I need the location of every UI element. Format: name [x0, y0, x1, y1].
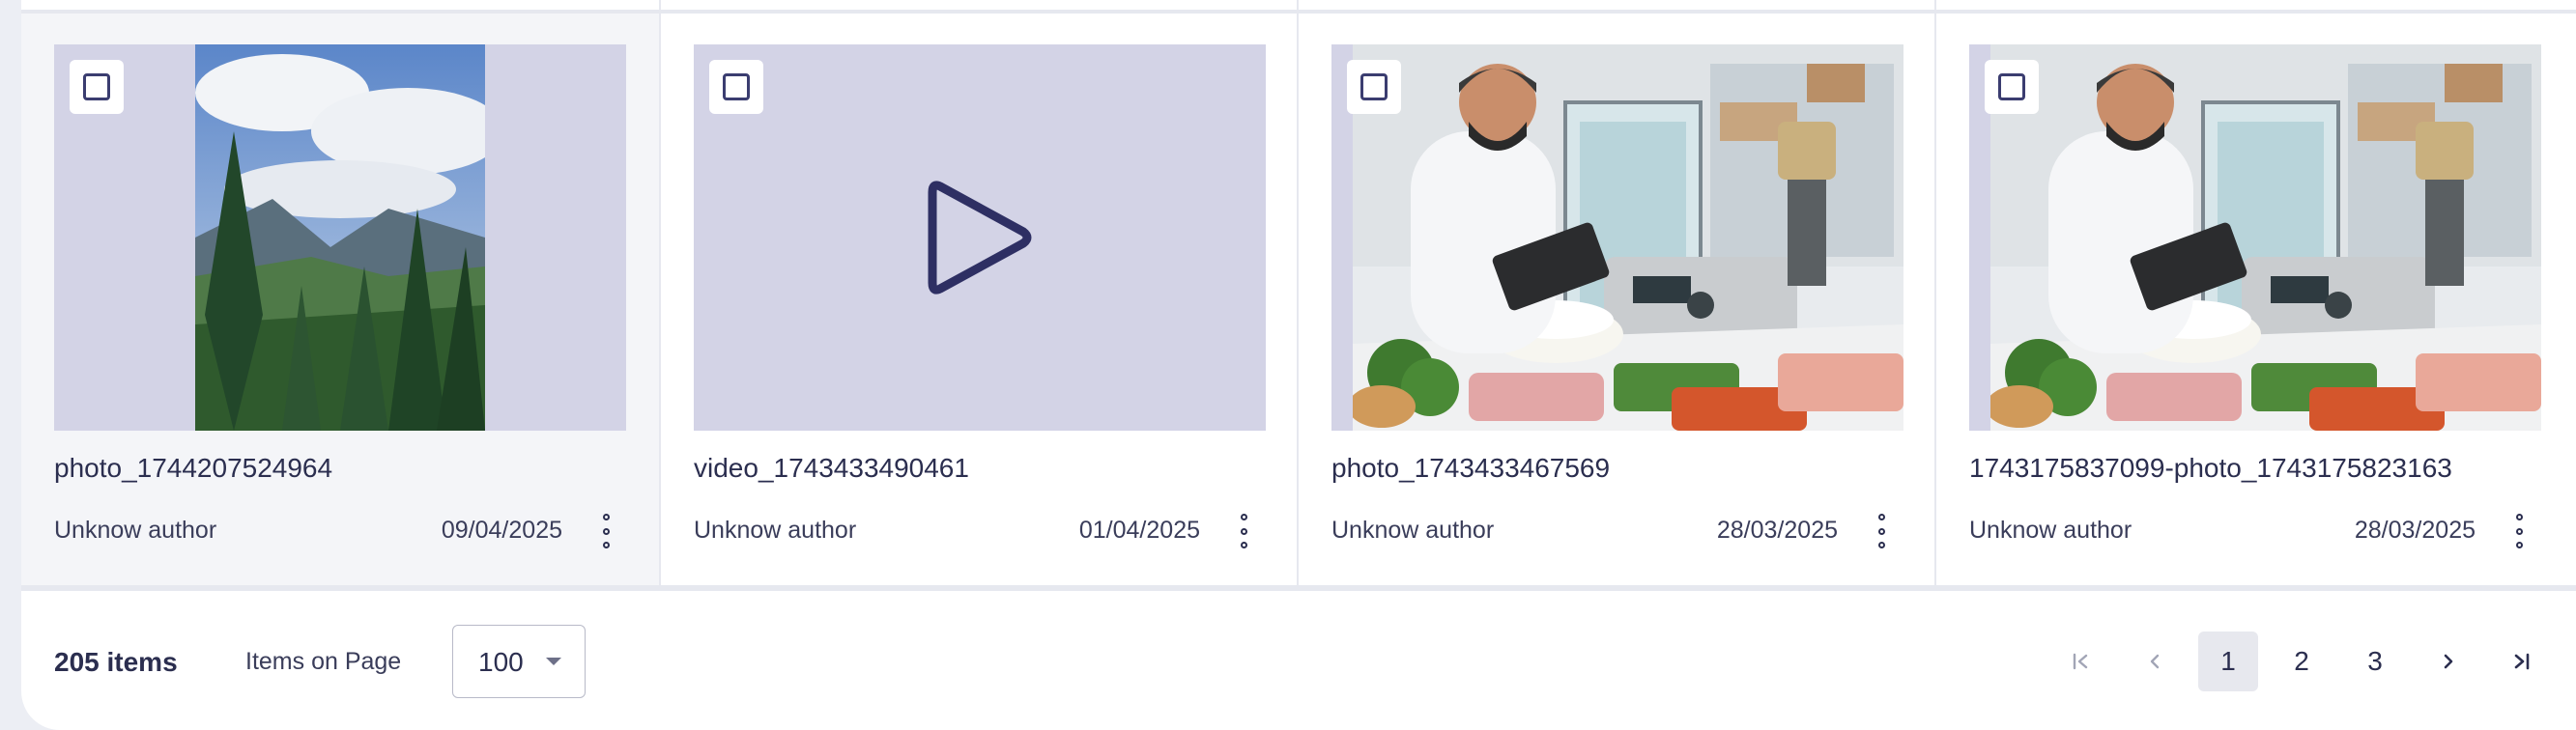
media-date: 09/04/2025 [441, 517, 562, 544]
last-page-icon [2514, 653, 2530, 670]
media-name: photo_1743433467569 [1331, 453, 1611, 483]
previous-page-button[interactable] [2125, 632, 2185, 691]
media-name: video_1743433490461 [694, 453, 969, 483]
first-page-button[interactable] [2050, 632, 2110, 691]
media-thumbnail[interactable] [1331, 44, 1903, 431]
items-count: 205 items [54, 647, 178, 677]
media-name: photo_1744207524964 [54, 453, 333, 483]
more-options-icon[interactable] [1867, 510, 1896, 552]
landscape-photo [195, 44, 485, 431]
media-grid: photo_1744207524964 Unknow author 09/04/… [21, 0, 2576, 585]
card-top-strip [661, 0, 1297, 10]
more-options-icon[interactable] [591, 510, 620, 552]
checkbox-icon [723, 73, 750, 100]
checkbox-icon [83, 73, 110, 100]
media-name: 1743175837099-photo_1743175823163 [1969, 453, 2452, 483]
media-date: 28/03/2025 [1716, 517, 1838, 544]
page-2-button[interactable]: 2 [2272, 632, 2332, 691]
media-date: 28/03/2025 [2354, 517, 2476, 544]
media-thumbnail[interactable] [694, 44, 1266, 431]
media-author: Unknow author [1331, 517, 1495, 544]
checkbox-icon [1998, 73, 2025, 100]
items-per-page-value: 100 [478, 647, 524, 677]
items-per-page-select[interactable]: 100 [452, 625, 586, 698]
lab-photo [1990, 44, 2541, 431]
media-card[interactable]: video_1743433490461 Unknow author 01/04/… [661, 14, 1297, 585]
media-author: Unknow author [1969, 517, 2132, 544]
media-date: 01/04/2025 [1078, 517, 1200, 544]
select-checkbox[interactable] [1985, 60, 2039, 114]
caret-down-icon [546, 658, 561, 665]
card-top-strip [1936, 0, 2576, 10]
items-on-page-label: Items on Page [245, 648, 402, 675]
play-icon [928, 181, 1032, 295]
checkbox-icon [1360, 73, 1388, 100]
select-checkbox[interactable] [70, 60, 124, 114]
chevron-left-icon [2150, 654, 2160, 669]
page-1-button[interactable]: 1 [2198, 632, 2258, 691]
next-page-button[interactable] [2419, 632, 2478, 691]
select-checkbox[interactable] [709, 60, 763, 114]
more-options-icon[interactable] [2504, 510, 2533, 552]
gallery-panel: photo_1744207524964 Unknow author 09/04/… [21, 0, 2576, 730]
media-thumbnail[interactable] [54, 44, 626, 431]
media-thumbnail[interactable] [1969, 44, 2541, 431]
select-checkbox[interactable] [1347, 60, 1401, 114]
card-top-strip [1299, 0, 1934, 10]
media-author: Unknow author [54, 517, 217, 544]
last-page-button[interactable] [2492, 632, 2552, 691]
media-author: Unknow author [694, 517, 857, 544]
first-page-icon [2073, 653, 2088, 670]
media-card[interactable]: 1743175837099-photo_1743175823163 Unknow… [1936, 14, 2576, 585]
media-card[interactable]: photo_1744207524964 Unknow author 09/04/… [21, 14, 659, 585]
card-top-strip [21, 0, 659, 10]
lab-photo [1353, 44, 1903, 431]
media-card[interactable]: photo_1743433467569 Unknow author 28/03/… [1299, 14, 1934, 585]
page-3-button[interactable]: 3 [2345, 632, 2405, 691]
chevron-right-icon [2444, 654, 2453, 669]
pagination-bar: 205 items Items on Page 100 1 2 3 [21, 591, 2576, 730]
more-options-icon[interactable] [1229, 510, 1258, 552]
